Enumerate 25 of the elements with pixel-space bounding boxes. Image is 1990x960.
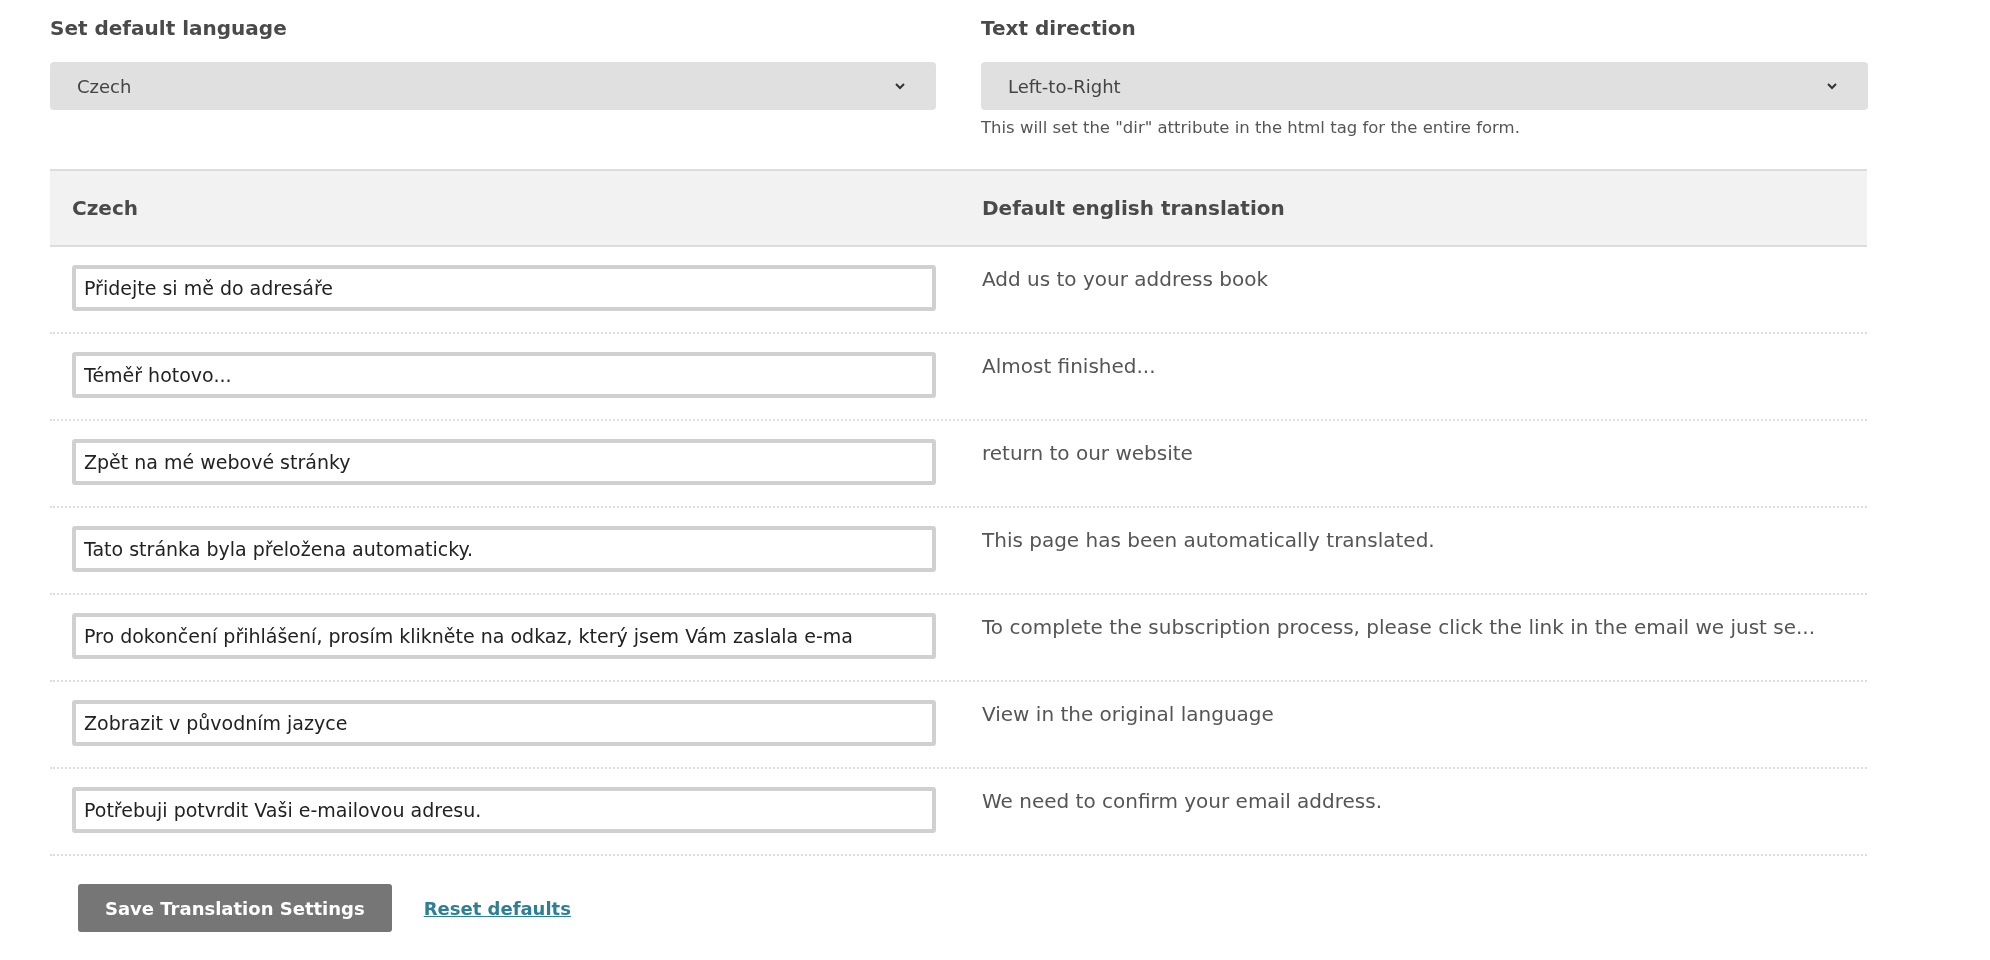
translation-input[interactable]: Tato stránka byla přeložena automaticky.	[72, 526, 936, 572]
table-cell-text: View in the original language	[982, 702, 1275, 726]
field-label: Text direction	[981, 16, 1137, 42]
language-select[interactable]: Czech	[50, 62, 936, 110]
table-cell-text: return to our website	[982, 441, 1194, 465]
help-text: This will set the "dir" attribute in the html tag for the entire form.	[981, 118, 1521, 137]
column-header: Default english translation	[982, 196, 1286, 220]
table-cell-text: Add us to your address book	[982, 267, 1269, 291]
translation-input[interactable]: Zobrazit v původním jazyce	[72, 700, 936, 746]
table-cell-text: To complete the subscription process, please click the link in the email we just se...	[982, 615, 1817, 639]
column-header: Czech	[71, 196, 139, 220]
translation-input[interactable]: Téměř hotovo...	[72, 352, 936, 398]
translation-input[interactable]: Přidejte si mě do adresáře	[72, 265, 936, 311]
translation-input[interactable]: Potřebuji potvrdit Vaši e-mailovou adresu.	[72, 787, 936, 833]
save-button[interactable]: Save Translation Settings	[78, 884, 392, 932]
table-cell-text: This page has been automatically translated.	[982, 528, 1436, 552]
table-cell-text: Almost finished...	[982, 354, 1157, 378]
reset-link[interactable]: Reset defaults	[423, 897, 571, 919]
chevron-down-icon	[1826, 82, 1838, 90]
translation-input[interactable]: Pro dokončení přihlášení, prosím klikněte na odkaz, který jsem Vám zaslala e-ma	[72, 613, 936, 659]
direction-select[interactable]: Left-to-Right	[981, 62, 1868, 110]
chevron-down-icon	[894, 82, 906, 90]
translation-input[interactable]: Zpět na mé webové stránky	[72, 439, 936, 485]
table-cell-text: We need to confirm your email address.	[982, 789, 1384, 813]
field-label: Set default language	[50, 16, 288, 42]
